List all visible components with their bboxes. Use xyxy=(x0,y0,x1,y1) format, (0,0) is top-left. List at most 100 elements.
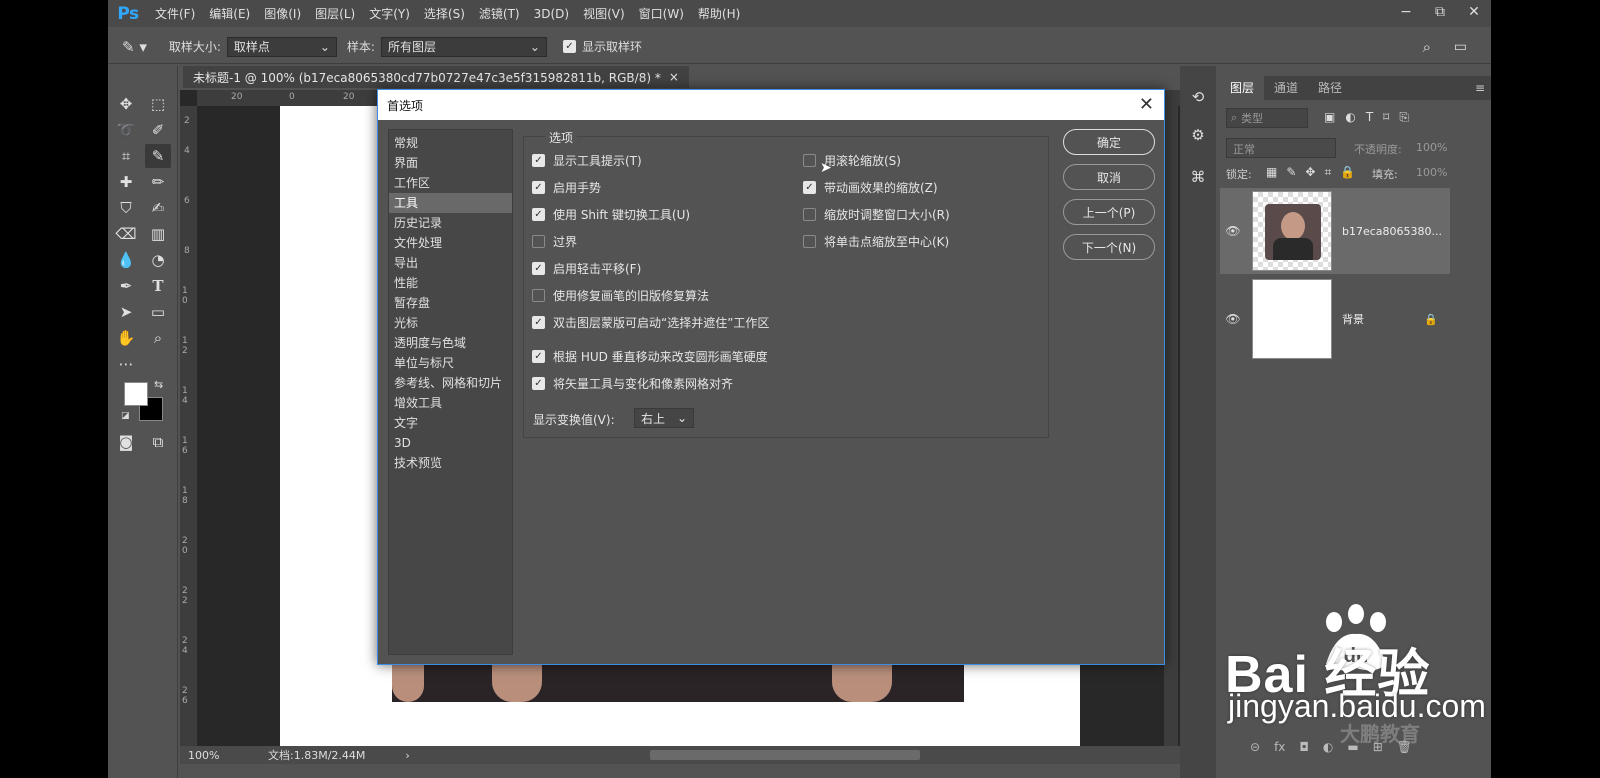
adjustment-layer-icon[interactable]: ◐ xyxy=(1323,740,1333,754)
menu-image[interactable]: 图像(I) xyxy=(257,5,308,22)
lock-pixels-icon[interactable]: ✎ xyxy=(1286,165,1296,180)
close-window-button[interactable]: ✕ xyxy=(1457,0,1491,27)
more-tools-icon[interactable]: ⋯ xyxy=(113,352,139,376)
blend-mode-select[interactable]: 正常 xyxy=(1226,138,1336,158)
visibility-eye-icon[interactable]: 👁 xyxy=(1220,312,1246,326)
category-item[interactable]: 文件处理 xyxy=(389,233,512,253)
menu-type[interactable]: 文字(Y) xyxy=(362,5,417,22)
properties-panel-icon[interactable]: ⚙ xyxy=(1185,122,1211,148)
default-colors-icon[interactable]: ◪ xyxy=(121,411,130,421)
swap-colors-icon[interactable]: ⇆ xyxy=(154,378,163,391)
menu-layer[interactable]: 图层(L) xyxy=(308,5,362,22)
tab-channels[interactable]: 通道 xyxy=(1264,76,1308,100)
restore-button[interactable]: ⧉ xyxy=(1423,0,1457,27)
checkbox[interactable]: ✓ xyxy=(803,208,816,221)
add-mask-icon[interactable]: ◘ xyxy=(1299,740,1309,754)
checkbox[interactable]: ✓ xyxy=(532,377,545,390)
category-item[interactable]: 文字 xyxy=(389,413,512,433)
option-select-and-mask[interactable]: ✓ 双击图层蒙版可启动“选择并遮住”工作区 xyxy=(532,314,769,331)
category-item[interactable]: 参考线、网格和切片 xyxy=(389,373,512,393)
hand-tool-icon[interactable]: ✋ xyxy=(113,326,139,350)
brush-tool-icon[interactable]: ✏ xyxy=(145,170,171,194)
close-icon[interactable]: × xyxy=(669,70,679,84)
category-item[interactable]: 导出 xyxy=(389,253,512,273)
checkbox[interactable]: ✓ xyxy=(532,208,545,221)
minimize-button[interactable]: − xyxy=(1389,0,1423,27)
layer-name[interactable]: 背景 xyxy=(1342,311,1364,327)
checkbox[interactable]: ✓ xyxy=(532,154,545,167)
lock-artboard-icon[interactable]: ⌗ xyxy=(1324,165,1331,180)
checkbox[interactable]: ✓ xyxy=(803,181,816,194)
tab-layers[interactable]: 图层 xyxy=(1220,76,1265,100)
marquee-tool-icon[interactable]: ⬚ xyxy=(145,92,171,116)
lock-all-icon[interactable]: 🔒 xyxy=(1340,165,1355,180)
move-tool-icon[interactable]: ✥ xyxy=(113,92,139,116)
category-item[interactable]: 增效工具 xyxy=(389,393,512,413)
lock-transparent-icon[interactable]: ▦ xyxy=(1266,165,1277,180)
option-flick-panning[interactable]: ✓ 启用轻击平移(F) xyxy=(532,260,641,277)
visibility-eye-icon[interactable]: 👁 xyxy=(1220,224,1246,238)
quick-mask-icon[interactable]: ◙ xyxy=(113,430,139,454)
path-select-tool-icon[interactable]: ➤ xyxy=(113,300,139,324)
prev-button[interactable]: 上一个(P) xyxy=(1063,199,1155,225)
option-snap-vector[interactable]: ✓ 将矢量工具与变化和像素网格对齐 xyxy=(532,375,733,392)
option-shift-switch-tool[interactable]: ✓ 使用 Shift 键切换工具(U) xyxy=(532,206,690,223)
hud-transform-select[interactable]: 右上 ⌄ xyxy=(634,408,694,428)
type-tool-icon[interactable]: T xyxy=(145,274,171,298)
rectangle-tool-icon[interactable]: ▭ xyxy=(145,300,171,324)
checkbox[interactable]: ✓ xyxy=(532,262,545,275)
menu-file[interactable]: 文件(F) xyxy=(148,5,202,22)
crop-tool-icon[interactable]: ⌗ xyxy=(113,144,139,168)
layer-name[interactable]: b17eca8065380... xyxy=(1342,225,1442,238)
category-item[interactable]: 性能 xyxy=(389,273,512,293)
option-enable-gestures[interactable]: ✓ 启用手势 xyxy=(532,179,601,196)
menu-view[interactable]: 视图(V) xyxy=(576,5,632,22)
option-scroll-zoom[interactable]: ✓ 用滚轮缩放(S) xyxy=(803,152,901,169)
menu-filter[interactable]: 滤镜(T) xyxy=(472,5,527,22)
screen-mode-icon[interactable]: ⧉ xyxy=(145,430,171,454)
menu-select[interactable]: 选择(S) xyxy=(417,5,472,22)
checkbox[interactable]: ✓ xyxy=(803,154,816,167)
healing-brush-tool-icon[interactable]: ✚ xyxy=(113,170,139,194)
option-legacy-healing[interactable]: ✓ 使用修复画笔的旧版修复算法 xyxy=(532,287,709,304)
category-item[interactable]: 工作区 xyxy=(389,173,512,193)
pen-tool-icon[interactable]: ✒ xyxy=(113,274,139,298)
quick-select-tool-icon[interactable]: ✐ xyxy=(145,118,171,142)
type-filter-icon[interactable]: T xyxy=(1366,110,1373,125)
checkbox[interactable]: ✓ xyxy=(803,235,816,248)
layer-row[interactable]: 👁 背景 🔒 xyxy=(1220,276,1450,362)
adjustment-filter-icon[interactable]: ◐ xyxy=(1345,110,1355,125)
eraser-tool-icon[interactable]: ⌫ xyxy=(113,222,139,246)
category-item[interactable]: 暂存盘 xyxy=(389,293,512,313)
workspace-icon[interactable]: ▭ xyxy=(1454,39,1467,55)
zoom-tool-icon[interactable]: ⌕ xyxy=(145,326,171,350)
horizontal-scrollbar[interactable] xyxy=(650,750,920,760)
lock-position-icon[interactable]: ✥ xyxy=(1305,165,1315,180)
cancel-button[interactable]: 取消 xyxy=(1063,164,1155,190)
checkbox[interactable]: ✓ xyxy=(532,289,545,302)
next-button[interactable]: 下一个(N) xyxy=(1063,234,1155,260)
ok-button[interactable]: 确定 xyxy=(1063,129,1155,155)
checkbox[interactable]: ✓ xyxy=(532,350,545,363)
sample-select[interactable]: 所有图层 ⌄ xyxy=(380,36,547,57)
checkbox[interactable]: ✓ xyxy=(532,181,545,194)
history-brush-tool-icon[interactable]: ✍ xyxy=(145,196,171,220)
option-zoom-clicked-point[interactable]: ✓ 将单击点缩放至中心(K) xyxy=(803,233,949,250)
option-show-tooltips[interactable]: ✓ 显示工具提示(T) xyxy=(532,152,642,169)
stamp-tool-icon[interactable]: ⛉ xyxy=(113,196,139,220)
eyedropper-preset-icon[interactable]: ✎ ▾ xyxy=(122,38,147,56)
layer-filter-select[interactable]: ⌕ 类型 xyxy=(1226,108,1308,128)
category-item[interactable]: 常规 xyxy=(389,133,512,153)
menu-window[interactable]: 窗口(W) xyxy=(632,5,691,22)
eyedropper-tool-icon[interactable]: ✎ xyxy=(145,144,171,168)
checkbox[interactable]: ✓ xyxy=(532,235,545,248)
tab-paths[interactable]: 路径 xyxy=(1308,76,1352,100)
shape-filter-icon[interactable]: ⌑ xyxy=(1383,110,1389,125)
search-icon[interactable]: ⌕ xyxy=(1423,38,1431,56)
smart-object-filter-icon[interactable]: ⎘ xyxy=(1399,110,1409,125)
show-ring-checkbox[interactable]: ✓ xyxy=(562,40,576,53)
lasso-tool-icon[interactable]: ➰ xyxy=(113,118,139,142)
category-item-selected[interactable]: 工具 xyxy=(389,193,512,213)
category-item[interactable]: 3D xyxy=(389,433,512,453)
gradient-tool-icon[interactable]: ▥ xyxy=(145,222,171,246)
